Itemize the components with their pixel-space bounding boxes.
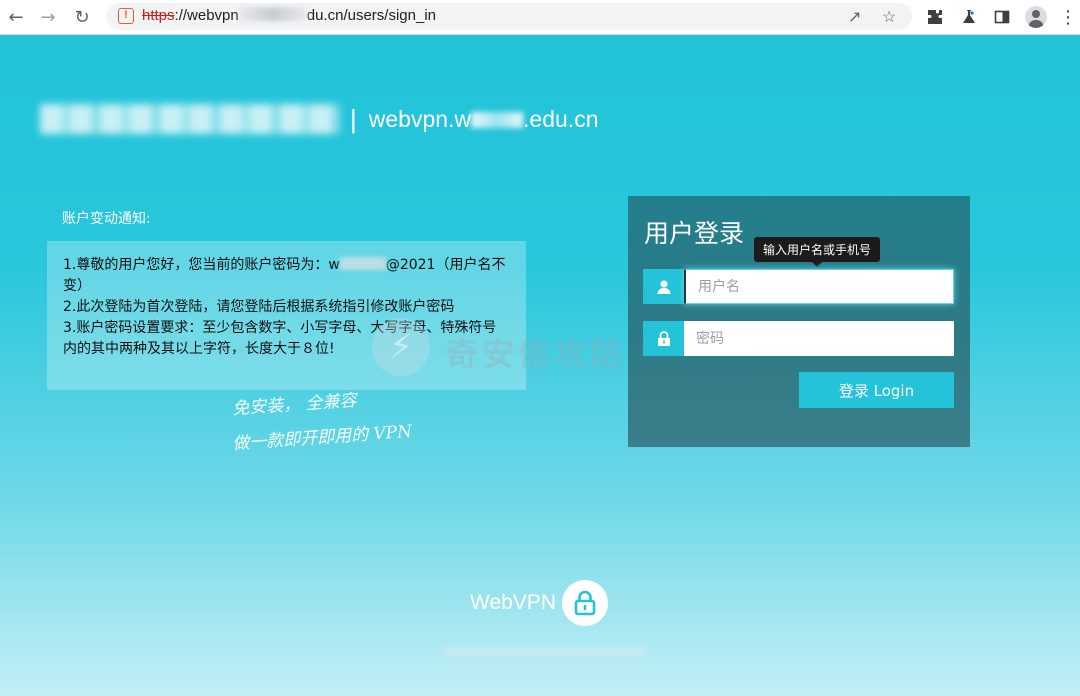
login-title: 用户登录 — [644, 219, 745, 248]
notice-title: 账户变动通知: — [62, 211, 151, 227]
login-panel: 用户登录 输入用户名或手机号 登录 Login — [628, 196, 970, 447]
reload-icon[interactable]: ↻ — [70, 5, 94, 29]
user-icon — [643, 269, 684, 304]
notice-line-1: 1.尊敬的用户您好，您当前的账户密码为：w @2021（用户名不变） — [63, 255, 506, 297]
extensions-puzzle-icon[interactable] — [923, 5, 947, 29]
url-redacted — [238, 7, 307, 21]
url-text: https://webvpn du.cn/users/sign_in — [142, 7, 436, 24]
url-host: ://webvpn — [174, 7, 239, 24]
brand-domain-end: .edu.cn — [523, 105, 599, 132]
domain-redacted — [471, 111, 524, 128]
back-arrow-icon[interactable]: ← — [4, 5, 28, 29]
brand-name-redacted — [40, 104, 340, 134]
password-redacted — [339, 257, 386, 270]
brand-domain: webvpn.w .edu.cn — [369, 106, 599, 133]
menu-kebab-icon[interactable]: ⋮ — [1056, 5, 1080, 29]
notice-line-2: 2.此次登陆为首次登陆，请您登陆后根据系统指引修改账户密码 — [63, 299, 455, 315]
url-protocol: https — [142, 7, 175, 24]
username-tooltip: 输入用户名或手机号 — [754, 237, 881, 267]
profile-avatar-icon[interactable] — [1024, 5, 1048, 29]
url-path: du.cn/users/sign_in — [306, 7, 436, 24]
notice-line-3: 3.账户密码设置要求：至少包含数字、小写字母、大写字母、特殊符号内的其中两种及其… — [63, 320, 497, 357]
username-input[interactable] — [684, 269, 954, 304]
sign-in-page: | webvpn.w .edu.cn 账户变动通知: 1.尊敬的用户您好，您当前的… — [0, 35, 1080, 696]
notice-line-1-start: 1.尊敬的用户您好，您当前的账户密码为：w — [63, 257, 340, 273]
browser-toolbar: ← → ↻ ! https://webvpn du.cn/users/sign_i… — [0, 0, 1080, 35]
slogan-line-1: 免安装， 全兼容 — [231, 390, 358, 420]
watermark-logo-icon: ⚡ — [372, 318, 430, 376]
brand-separator: | — [350, 103, 357, 134]
footer-logo: WebVPN — [470, 580, 608, 626]
side-panel-icon[interactable] — [990, 5, 1014, 29]
address-bar[interactable]: ! https://webvpn du.cn/users/sign_in ↗ ☆ — [106, 3, 912, 30]
labs-flask-icon[interactable] — [957, 5, 981, 29]
lock-icon — [643, 321, 684, 356]
footer-lock-icon — [561, 580, 608, 626]
not-secure-warning-icon[interactable]: ! — [118, 8, 134, 24]
password-field — [643, 321, 954, 356]
slogan-line-2: 做一款即开即用的 VPN — [231, 421, 413, 455]
username-field — [643, 269, 954, 304]
footer-redacted — [445, 647, 647, 657]
share-icon[interactable]: ↗ — [848, 7, 861, 27]
footer-logo-text: WebVPN — [470, 591, 556, 614]
login-button[interactable]: 登录 Login — [799, 372, 954, 408]
password-input[interactable] — [684, 321, 954, 356]
site-brand: | webvpn.w .edu.cn — [40, 99, 599, 139]
brand-domain-start: webvpn.w — [368, 105, 472, 132]
forward-arrow-icon[interactable]: → — [36, 5, 60, 29]
bookmark-star-icon[interactable]: ☆ — [882, 7, 896, 27]
